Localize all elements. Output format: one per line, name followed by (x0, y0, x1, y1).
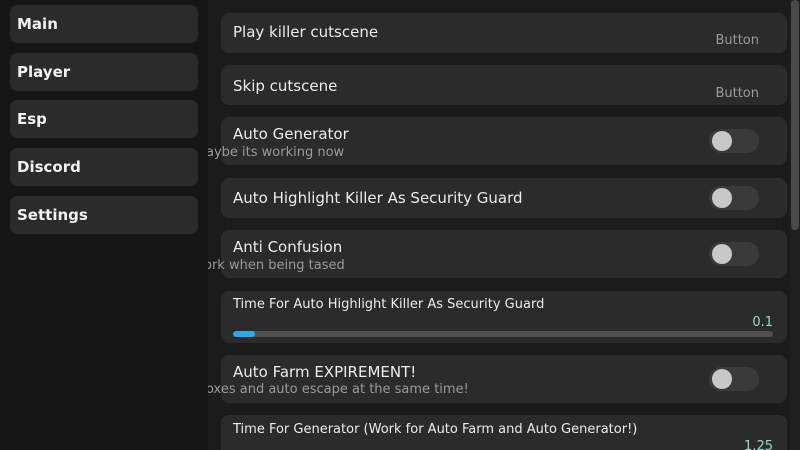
play-killer-cutscene-button[interactable]: Play killer cutscene Button (221, 13, 787, 53)
toggle-label: Auto Generator (233, 125, 349, 143)
toggle-knob (712, 244, 732, 264)
highlight-time-slider-row: Time For Auto Highlight Killer As Securi… (221, 291, 787, 343)
auto-highlight-toggle-row: Auto Highlight Killer As Security Guard (221, 178, 787, 218)
button-label: Skip cutscene (233, 77, 338, 95)
main-panel: Play killer cutscene Button Skip cutscen… (208, 0, 790, 450)
sidebar-item-esp[interactable]: Esp (10, 100, 198, 138)
slider-label: Time For Generator (Work for Auto Farm a… (233, 422, 638, 437)
auto-generator-toggle-row: Auto Generator aybe its working now (208, 117, 787, 165)
toggle-description: ork when being tased (208, 258, 345, 273)
scrollbar-thumb[interactable] (791, 0, 799, 230)
toggle-label: Anti Confusion (233, 238, 343, 256)
button-type-tag: Button (715, 86, 759, 101)
button-type-tag: Button (715, 33, 759, 48)
toggle-label: Auto Highlight Killer As Security Guard (233, 189, 523, 207)
anti-confusion-toggle-row: Anti Confusion ork when being tased (208, 230, 787, 278)
toggle-description: oxes and auto escape at the same time! (208, 382, 469, 397)
slider-value: 1.25 (744, 439, 773, 450)
scrollbar[interactable] (790, 0, 800, 450)
highlight-time-slider[interactable] (233, 331, 773, 337)
button-label: Play killer cutscene (233, 23, 379, 41)
toggle-knob (712, 369, 732, 389)
sidebar-item-main[interactable]: Main (10, 5, 198, 43)
toggle-label: Auto Farm EXPIREMENT! (233, 363, 417, 381)
skip-cutscene-button[interactable]: Skip cutscene Button (221, 65, 787, 105)
sidebar-item-player[interactable]: Player (10, 53, 198, 91)
toggle-knob (712, 188, 732, 208)
auto-generator-toggle[interactable] (709, 129, 759, 153)
toggle-knob (712, 131, 732, 151)
anti-confusion-toggle[interactable] (709, 242, 759, 266)
auto-farm-toggle[interactable] (709, 367, 759, 391)
sidebar: Main Player Esp Discord Settings (0, 0, 208, 450)
sidebar-item-discord[interactable]: Discord (10, 148, 198, 186)
toggle-description: aybe its working now (208, 145, 345, 160)
sidebar-item-settings[interactable]: Settings (10, 196, 198, 234)
slider-value: 0.1 (752, 315, 773, 330)
slider-label: Time For Auto Highlight Killer As Securi… (233, 297, 545, 312)
slider-fill (233, 331, 255, 337)
generator-time-slider-row: Time For Generator (Work for Auto Farm a… (221, 415, 787, 450)
auto-highlight-toggle[interactable] (709, 186, 759, 210)
auto-farm-toggle-row: Auto Farm EXPIREMENT! oxes and auto esca… (208, 355, 787, 403)
